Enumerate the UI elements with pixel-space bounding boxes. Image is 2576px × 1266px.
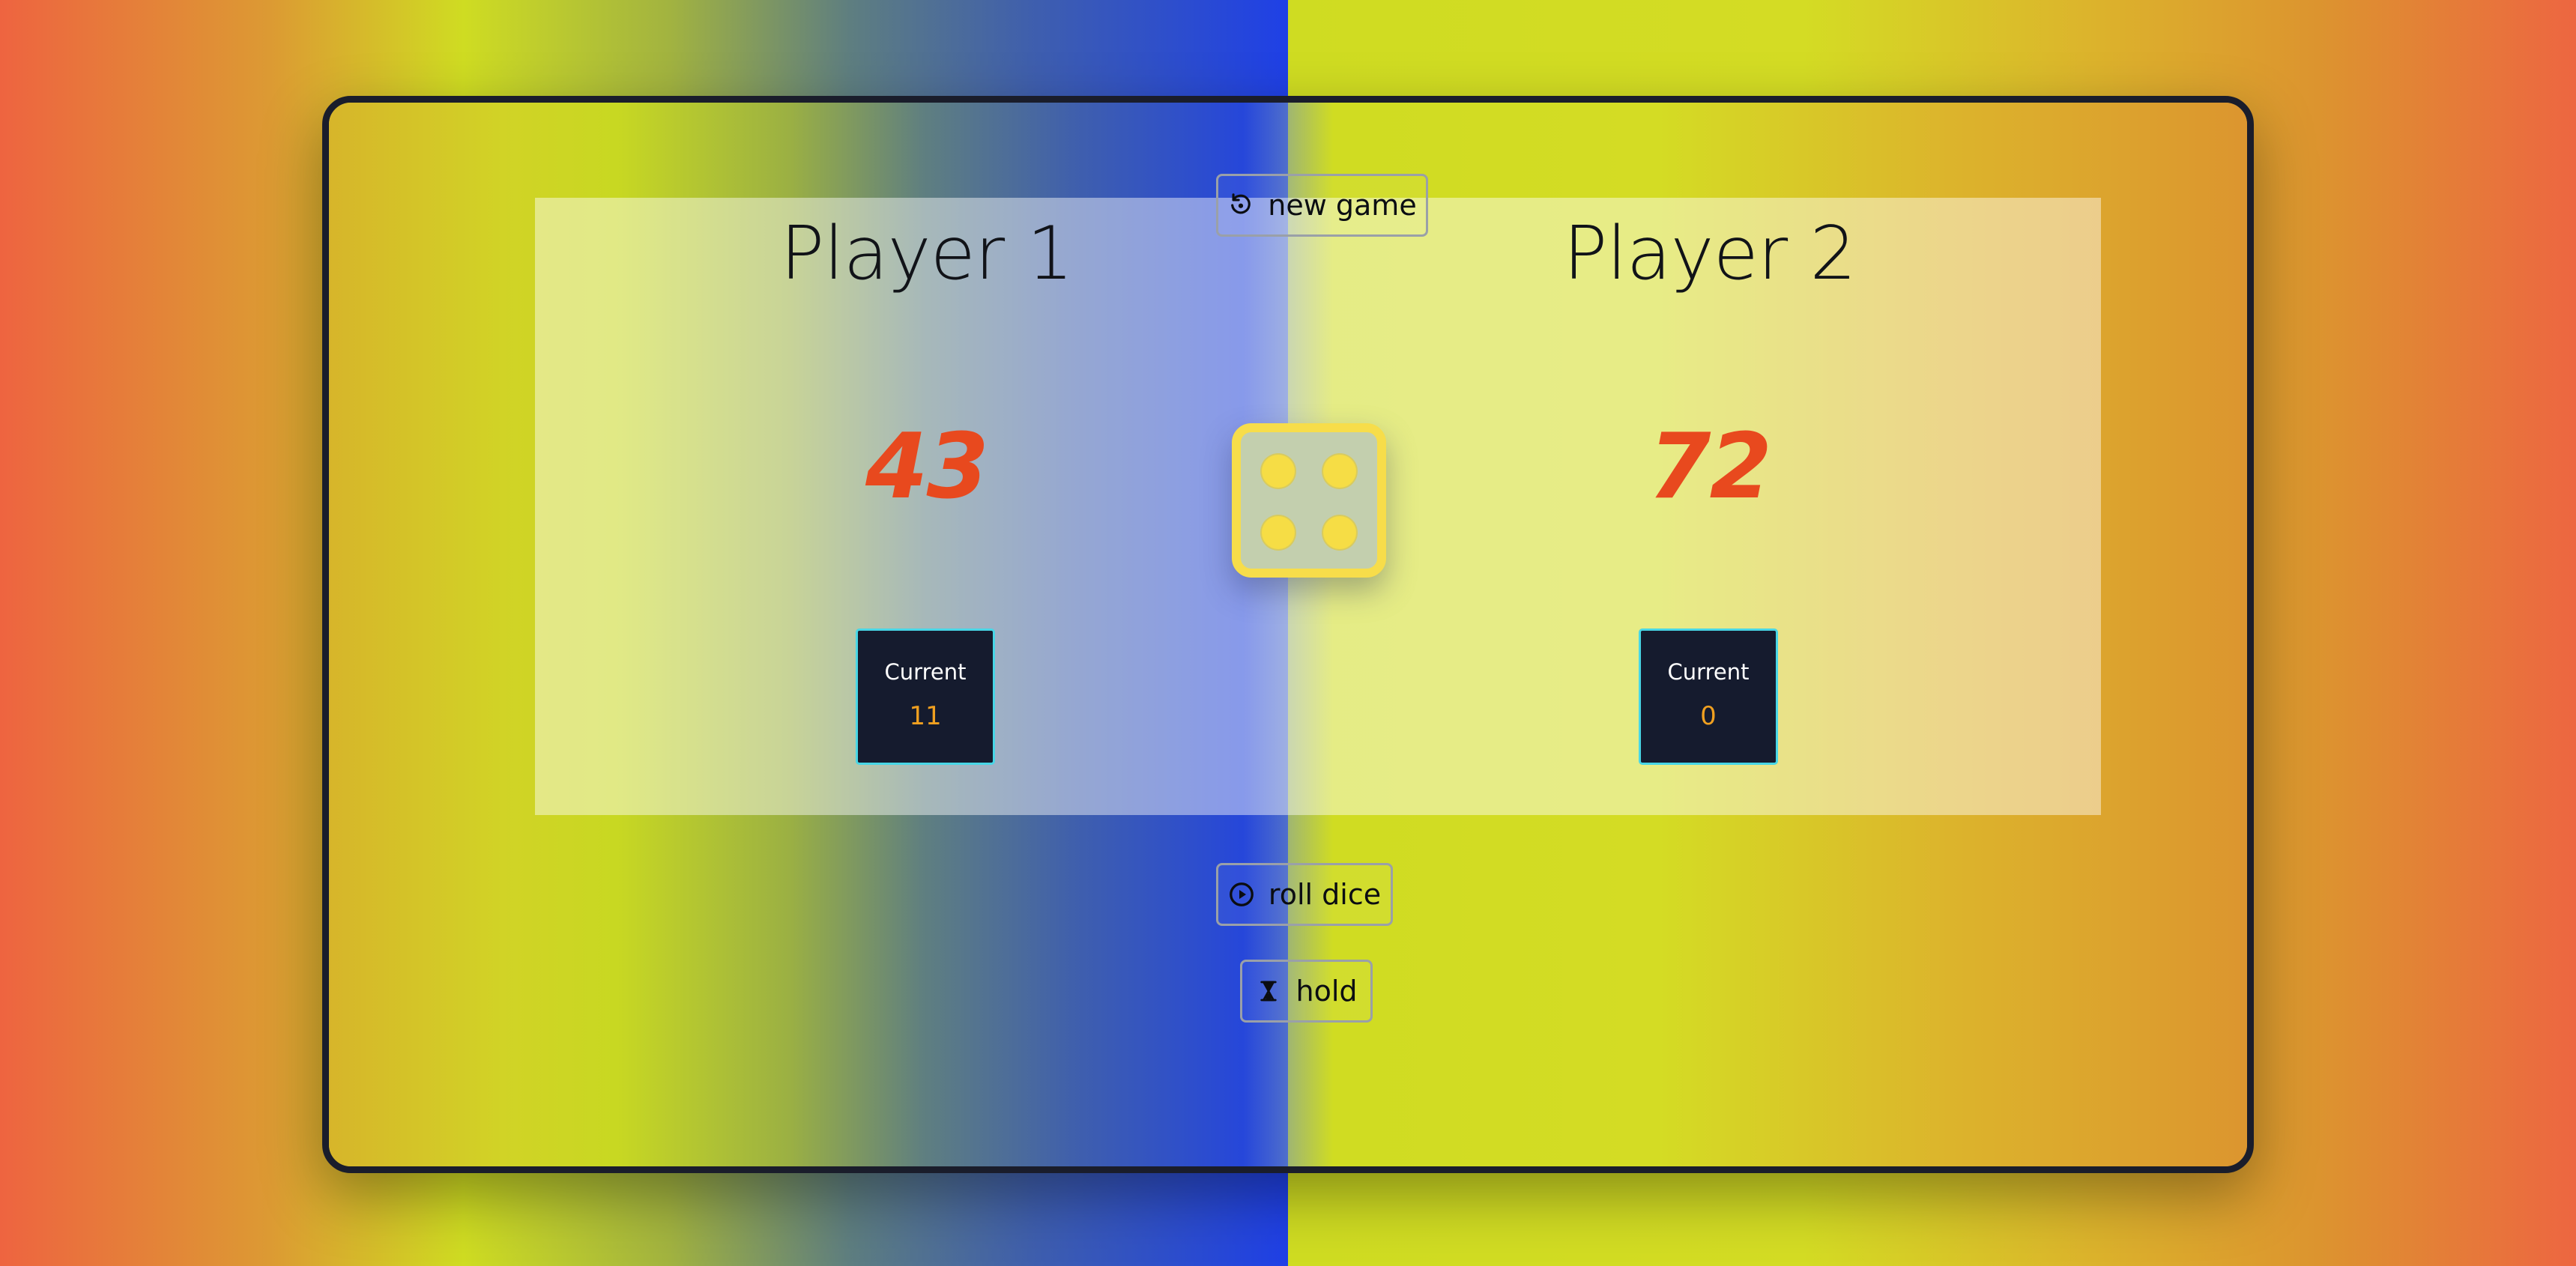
player-2-section: Player 2 72 Current 0 xyxy=(1318,198,2101,815)
hourglass-icon xyxy=(1255,978,1282,1005)
player-1-score: 43 xyxy=(865,415,989,519)
player-2-score: 72 xyxy=(1648,415,1772,519)
dice-pip xyxy=(1323,516,1356,549)
player-1-current-label: Current xyxy=(884,659,967,685)
player-2-current-box: Current 0 xyxy=(1639,629,1778,765)
player-2-current-label: Current xyxy=(1667,659,1750,685)
play-circle-icon xyxy=(1228,881,1255,908)
player-1-current-value: 11 xyxy=(909,701,942,731)
hold-label: hold xyxy=(1295,975,1358,1008)
player-2-current-value: 0 xyxy=(1700,701,1717,731)
dice-pip xyxy=(1262,516,1295,549)
player-1-current-box: Current 11 xyxy=(856,629,995,765)
player-1-name: Player 1 xyxy=(780,211,1073,297)
dice-pip xyxy=(1323,455,1356,488)
restart-icon xyxy=(1227,192,1254,219)
roll-dice-label: roll dice xyxy=(1268,878,1382,911)
player-2-name: Player 2 xyxy=(1563,211,1856,297)
dice-pip xyxy=(1262,455,1295,488)
player-1-section: Player 1 43 Current 11 xyxy=(535,198,1318,815)
dice xyxy=(1232,423,1386,578)
new-game-label: new game xyxy=(1268,189,1417,222)
new-game-button[interactable]: new game xyxy=(1216,174,1428,237)
hold-button[interactable]: hold xyxy=(1240,960,1373,1023)
roll-dice-button[interactable]: roll dice xyxy=(1216,863,1393,926)
